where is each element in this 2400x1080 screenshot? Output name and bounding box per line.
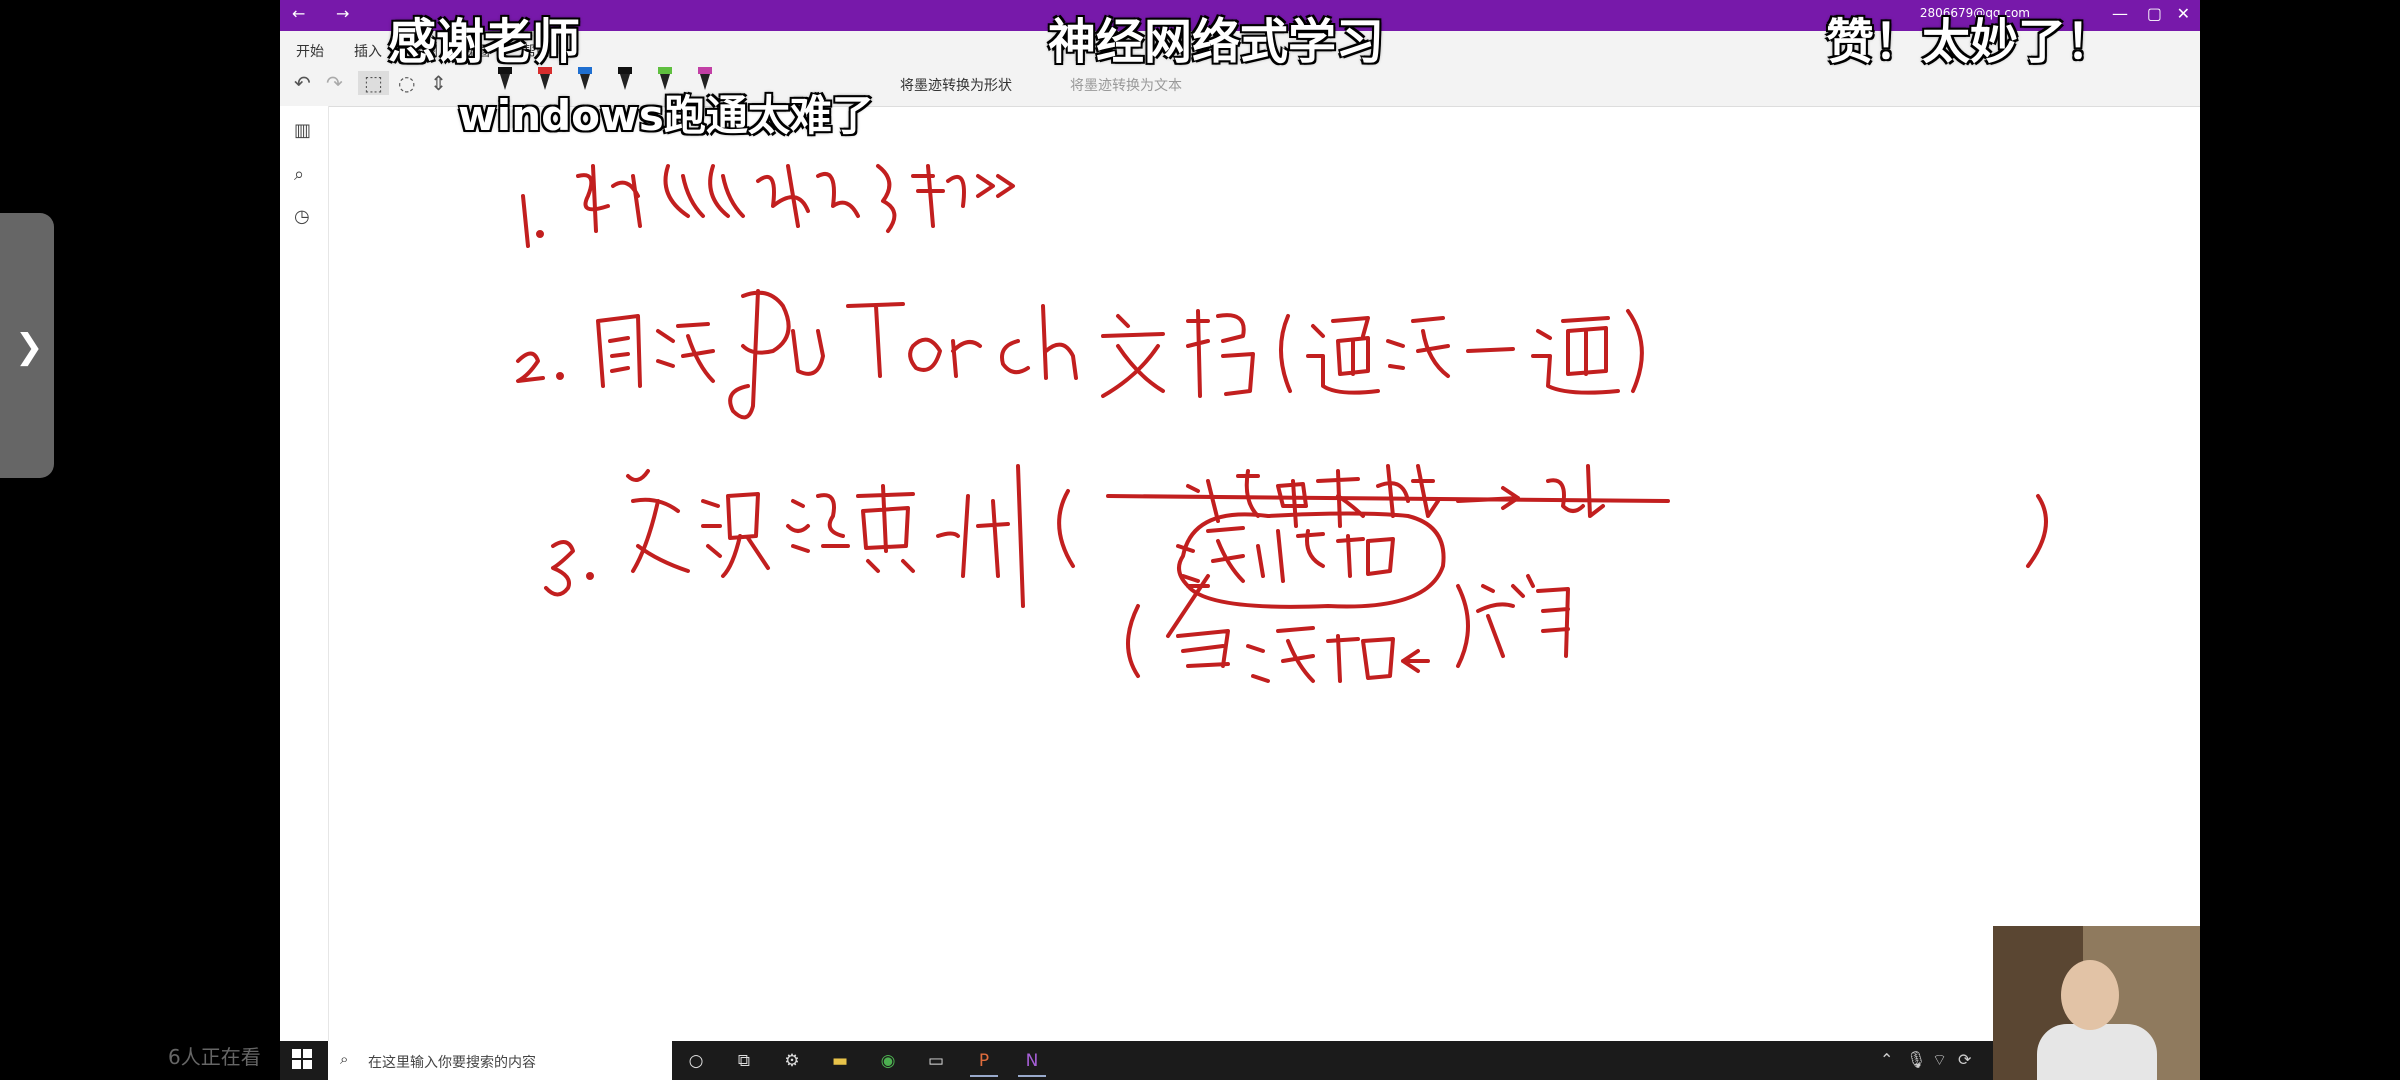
onenote-window: ← → 2806679@qq.com — ▢ ✕ 开始 插入 绘图 视图 帮助 … (280, 0, 2200, 1080)
onenote-icon[interactable]: N (1018, 1047, 1046, 1077)
handwritten-notes (516, 164, 2048, 683)
redo-icon[interactable]: ↷ (326, 71, 343, 95)
notebooks-icon[interactable]: ▥ (294, 120, 311, 141)
video-subtitle-center: 神经网络式学习 (1048, 14, 1385, 70)
recent-icon[interactable]: ◷ (294, 206, 310, 227)
close-button[interactable]: ✕ (2177, 4, 2190, 23)
note-line-2 (516, 289, 1644, 420)
microphone-icon[interactable]: 🎙 (1906, 1050, 1926, 1069)
ink-to-text-button[interactable]: 将墨迹转换为文本 (1070, 75, 1182, 95)
search-icon: ⌕ (340, 1050, 349, 1068)
lasso-icon[interactable]: ◌ (398, 71, 415, 95)
chrome-icon[interactable]: ◉ (874, 1047, 902, 1075)
settings-app-icon[interactable]: ⚙ (778, 1047, 806, 1075)
sync-icon[interactable]: ⟳ (1958, 1050, 1971, 1069)
task-view-icon[interactable]: ⧉ (730, 1047, 758, 1075)
danmaku-left-1: 感谢老师 (388, 14, 581, 70)
side-panel-handle[interactable]: ❯ (0, 213, 54, 478)
undo-icon[interactable]: ↶ (294, 71, 311, 95)
webcam-overlay (1993, 926, 2200, 1080)
add-space-icon[interactable]: ⇕ (430, 71, 447, 95)
terminal-icon[interactable]: ▭ (922, 1047, 950, 1075)
maximize-button[interactable]: ▢ (2147, 4, 2162, 23)
chevron-right-icon: ❯ (15, 327, 44, 367)
danmaku-left-2: windows跑通太难了 (458, 91, 874, 140)
wifi-icon[interactable]: ⌔ (1932, 1050, 1947, 1070)
note-line-3 (544, 464, 2048, 683)
left-navigation: ▥ ⌕ ◷ (280, 106, 329, 1041)
danmaku-right: 赞！太妙了！ (1826, 14, 2115, 70)
back-button[interactable]: ← (292, 4, 305, 23)
search-placeholder: 在这里输入你要搜索的内容 (368, 1055, 536, 1071)
taskbar: ⌕ 在这里输入你要搜索的内容 ○ ⧉ ⚙ ▬ ◉ ▭ P N ⌃ 🎙 ⌔ ⟳ (280, 1041, 2200, 1080)
presenter-face (2061, 960, 2119, 1030)
minimize-button[interactable]: — (2112, 4, 2128, 23)
cortana-icon[interactable]: ○ (682, 1047, 710, 1075)
powerpoint-icon[interactable]: P (970, 1047, 998, 1077)
taskbar-search-box[interactable]: ⌕ 在这里输入你要搜索的内容 (328, 1041, 672, 1080)
note-canvas[interactable] (328, 106, 2200, 1041)
tray-arrow-icon[interactable]: ⌃ (1880, 1050, 1893, 1069)
forward-button[interactable]: → (336, 4, 349, 23)
file-explorer-icon[interactable]: ▬ (826, 1047, 854, 1075)
menu-insert[interactable]: 插入 (354, 41, 382, 61)
search-icon[interactable]: ⌕ (294, 164, 304, 185)
select-tool-icon[interactable]: ⬚ (358, 71, 389, 95)
menu-home[interactable]: 开始 (296, 41, 324, 61)
windows-start-icon[interactable] (292, 1049, 312, 1069)
ink-to-shape-button[interactable]: 将墨迹转换为形状 (900, 75, 1012, 95)
viewer-count: 6人正在看 (168, 1045, 261, 1069)
presenter-body (2037, 1024, 2157, 1080)
note-line-1 (521, 164, 1015, 248)
